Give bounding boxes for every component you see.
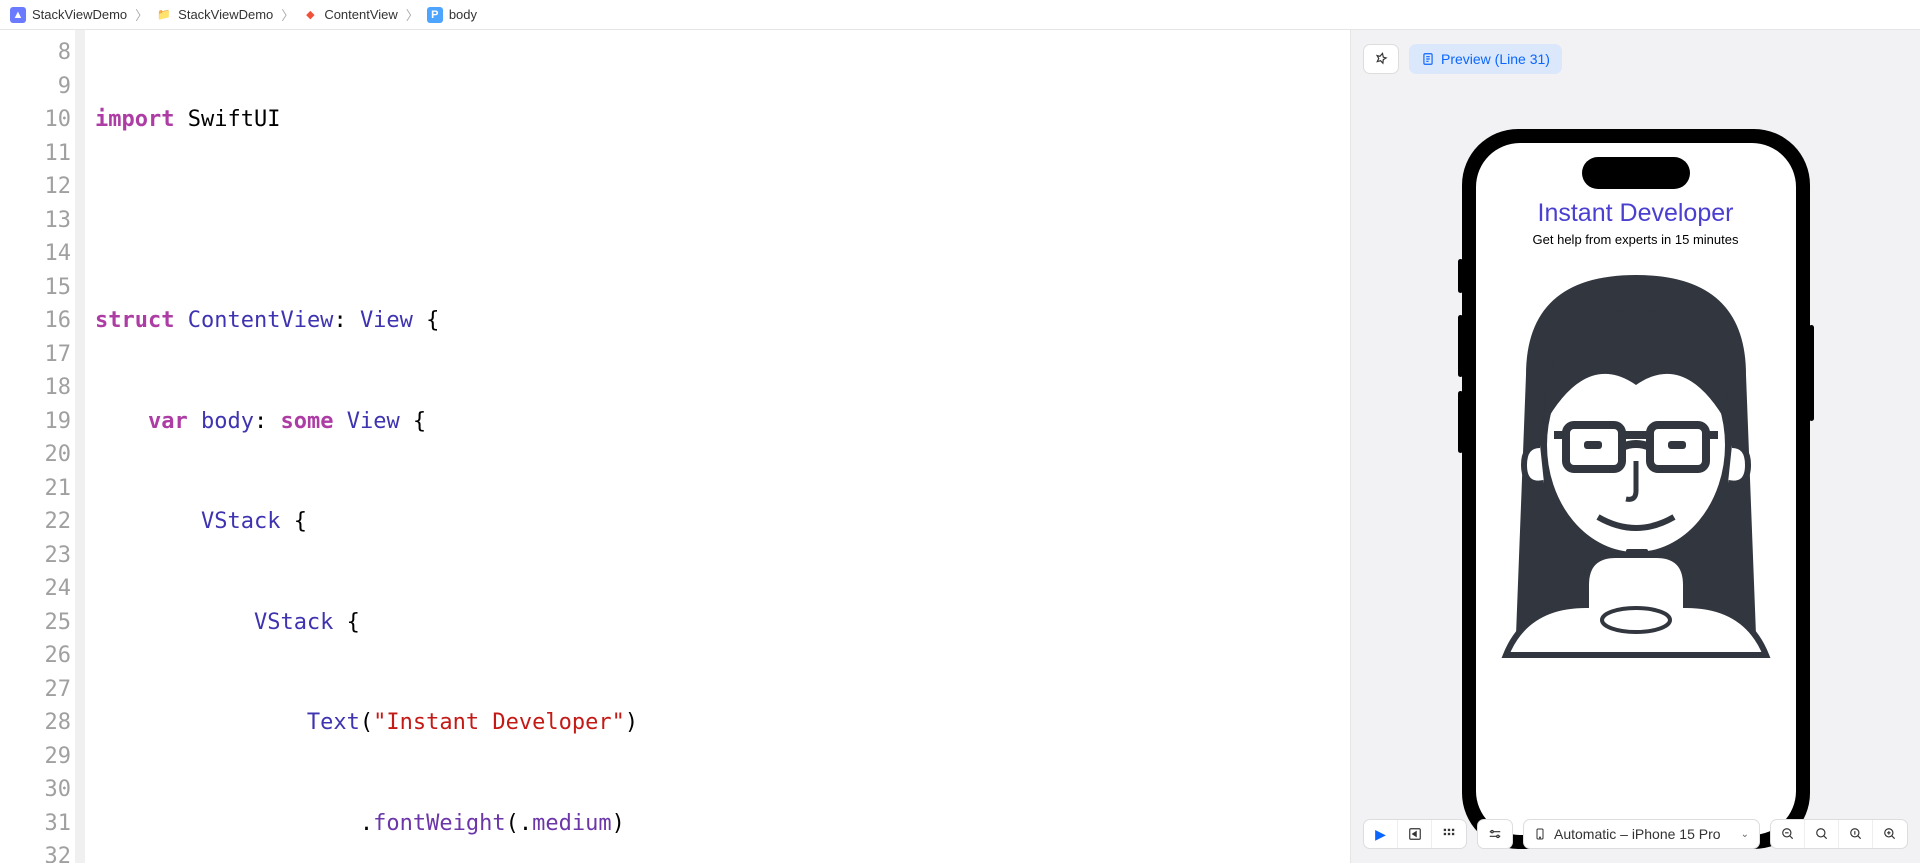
breadcrumb-folder[interactable]: StackViewDemo [178, 7, 273, 22]
preview-chip-label: Preview (Line 31) [1441, 51, 1550, 67]
type-vstack: VStack [254, 610, 333, 635]
string-literal: "Instant Developer" [373, 710, 625, 735]
play-icon: ▶ [1375, 826, 1386, 843]
module-swiftui: SwiftUI [188, 107, 281, 132]
line-number: 9 [0, 70, 71, 104]
document-icon [1421, 52, 1435, 66]
preview-canvas: Preview (Line 31) Instant Developer Get … [1350, 30, 1920, 863]
pin-preview-button[interactable] [1363, 44, 1399, 74]
zoom-controls [1770, 819, 1908, 849]
line-number: 27 [0, 673, 71, 707]
member-fontweight: fontWeight [373, 811, 505, 836]
zoom-in-button[interactable] [1873, 820, 1907, 848]
member-medium: medium [532, 811, 611, 836]
property-icon: P [427, 7, 443, 23]
app-title: Instant Developer [1538, 199, 1734, 228]
phone-icon [1534, 826, 1546, 842]
line-number: 14 [0, 237, 71, 271]
zoom-fit-icon [1815, 827, 1829, 841]
line-number: 23 [0, 539, 71, 573]
type-contentview: ContentView [188, 308, 334, 333]
line-number: 24 [0, 572, 71, 606]
line-number: 13 [0, 204, 71, 238]
user-avatar-image [1476, 255, 1796, 675]
breadcrumb-file[interactable]: ContentView [324, 7, 397, 22]
side-button [1458, 315, 1463, 377]
selectable-mode-button[interactable] [1398, 820, 1432, 848]
line-number: 26 [0, 639, 71, 673]
play-button[interactable]: ▶ [1364, 820, 1398, 848]
iphone-frame: Instant Developer Get help from experts … [1462, 129, 1810, 849]
type-text: Text [307, 710, 360, 735]
line-number: 32 [0, 840, 71, 863]
chevron-right-icon: 〉 [281, 5, 294, 24]
line-number: 8 [0, 36, 71, 70]
code-editor[interactable]: 8910111213141516171819202122232425262728… [0, 30, 1350, 863]
line-number: 19 [0, 405, 71, 439]
zoom-in-icon [1883, 827, 1897, 841]
zoom-100-icon [1849, 827, 1863, 841]
line-number: 31 [0, 807, 71, 841]
keyword-import: import [95, 107, 174, 132]
line-number: 30 [0, 773, 71, 807]
keyword-struct: struct [95, 308, 174, 333]
line-number: 20 [0, 438, 71, 472]
line-number: 18 [0, 371, 71, 405]
prop-body: body [201, 409, 254, 434]
side-button [1458, 259, 1463, 293]
zoom-out-icon [1781, 827, 1795, 841]
device-screen: Instant Developer Get help from experts … [1476, 143, 1796, 835]
preview-location-chip[interactable]: Preview (Line 31) [1409, 44, 1562, 74]
dynamic-island [1582, 157, 1690, 189]
line-number: 11 [0, 137, 71, 171]
line-number: 22 [0, 505, 71, 539]
type-view: View [360, 308, 413, 333]
line-number: 16 [0, 304, 71, 338]
type-vstack: VStack [201, 509, 280, 534]
type-view: View [347, 409, 400, 434]
breadcrumb: ▲ StackViewDemo 〉 📁 StackViewDemo 〉 ◆ Co… [0, 0, 1920, 30]
pin-icon [1374, 52, 1388, 66]
line-number: 29 [0, 740, 71, 774]
keyword-some: some [280, 409, 333, 434]
settings-icon [1487, 827, 1503, 841]
line-number: 21 [0, 472, 71, 506]
line-number: 15 [0, 271, 71, 305]
device-picker-label: Automatic – iPhone 15 Pro [1554, 826, 1721, 842]
chevron-down-icon: ⌄ [1741, 829, 1749, 840]
line-number-gutter: 8910111213141516171819202122232425262728… [0, 30, 85, 863]
variants-button[interactable] [1432, 820, 1466, 848]
device-picker[interactable]: Automatic – iPhone 15 Pro ⌄ [1523, 819, 1760, 849]
folder-icon: 📁 [156, 7, 172, 23]
line-number: 17 [0, 338, 71, 372]
zoom-fit-button[interactable] [1805, 820, 1839, 848]
breadcrumb-symbol[interactable]: body [449, 7, 477, 22]
line-number: 10 [0, 103, 71, 137]
breadcrumb-project[interactable]: StackViewDemo [32, 7, 127, 22]
chevron-right-icon: 〉 [135, 5, 148, 24]
live-preview-controls: ▶ [1363, 819, 1467, 849]
device-settings-button[interactable] [1477, 819, 1513, 849]
app-subtitle: Get help from experts in 15 minutes [1533, 232, 1739, 247]
grid-icon [1442, 827, 1456, 841]
code-area[interactable]: import SwiftUI struct ContentView: View … [85, 30, 1350, 863]
keyword-var: var [148, 409, 188, 434]
side-button [1809, 325, 1814, 421]
line-number: 12 [0, 170, 71, 204]
zoom-actual-button[interactable] [1839, 820, 1873, 848]
side-button [1458, 391, 1463, 453]
swift-file-icon: ◆ [302, 7, 318, 23]
line-number: 28 [0, 706, 71, 740]
selectable-icon [1408, 827, 1422, 841]
chevron-right-icon: 〉 [406, 5, 419, 24]
zoom-out-button[interactable] [1771, 820, 1805, 848]
app-icon: ▲ [10, 7, 26, 23]
line-number: 25 [0, 606, 71, 640]
